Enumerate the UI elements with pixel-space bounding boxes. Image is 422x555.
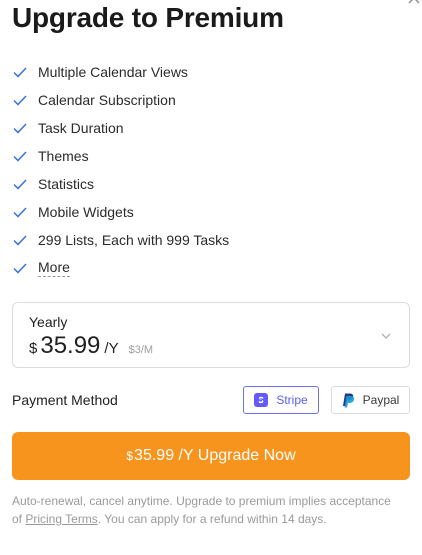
feature-item: Calendar Subscription: [12, 86, 392, 114]
paypal-label: Paypal: [362, 393, 400, 407]
plan-period: /Y: [104, 340, 119, 357]
footnote-text-end: . You can apply for a refund within 14 d…: [97, 512, 327, 526]
payment-method-label: Payment Method: [12, 392, 118, 408]
feature-label: Statistics: [38, 176, 95, 192]
plan-monthly-price: $3/M: [128, 344, 154, 356]
check-icon: [13, 95, 27, 106]
upgrade-currency: $: [126, 449, 134, 463]
chevron-down-icon[interactable]: [379, 329, 393, 343]
plan-selector[interactable]: Yearly $ 35.99 /Y $3/M: [12, 302, 410, 368]
check-icon: [13, 263, 27, 274]
dialog-title: Upgrade to Premium: [12, 2, 284, 33]
feature-item: 299 Lists, Each with 999 Tasks: [12, 226, 392, 254]
stripe-icon: [254, 393, 269, 407]
pricing-terms-link[interactable]: Pricing Terms: [25, 512, 97, 526]
upgrade-now-button[interactable]: $ 35.99 /Y Upgrade Now: [12, 432, 410, 480]
payment-method-row: Payment Method Stripe Paypal: [12, 386, 410, 414]
close-icon[interactable]: [406, 0, 422, 6]
check-icon: [13, 123, 27, 134]
stripe-label: Stripe: [276, 393, 308, 407]
feature-item-more: More: [12, 254, 392, 282]
close-button[interactable]: [406, 0, 422, 6]
feature-item: Mobile Widgets: [12, 198, 392, 226]
upgrade-dialog: Upgrade to Premium Multiple Calendar Vie…: [0, 0, 422, 555]
feature-label: Themes: [38, 148, 89, 164]
feature-item: Task Duration: [12, 114, 392, 142]
check-icon: [13, 67, 27, 78]
check-icon: [13, 235, 27, 246]
feature-item: Multiple Calendar Views: [12, 58, 392, 86]
feature-list: Multiple Calendar Views Calendar Subscri…: [12, 58, 392, 282]
feature-item: Themes: [12, 142, 392, 170]
check-icon: [13, 207, 27, 218]
upgrade-label: 35.99 /Y Upgrade Now: [134, 447, 296, 464]
more-link[interactable]: More: [38, 259, 70, 277]
feature-label: Multiple Calendar Views: [38, 64, 188, 80]
paypal-button[interactable]: Paypal: [331, 386, 410, 414]
plan-amount: 35.99: [40, 332, 101, 359]
renewal-footnote: Auto-renewal, cancel anytime. Upgrade to…: [12, 492, 392, 528]
check-icon: [13, 151, 27, 162]
stripe-button[interactable]: Stripe: [243, 386, 319, 414]
feature-label: Mobile Widgets: [38, 204, 134, 220]
plan-currency: $: [29, 340, 38, 357]
feature-item: Statistics: [12, 170, 392, 198]
plan-price: $ 35.99 /Y $3/M: [29, 332, 153, 360]
feature-label: Task Duration: [38, 120, 124, 136]
feature-label: Calendar Subscription: [38, 92, 176, 108]
plan-name: Yearly: [29, 314, 68, 330]
paypal-icon: [342, 393, 354, 407]
feature-label: 299 Lists, Each with 999 Tasks: [38, 232, 230, 248]
check-icon: [13, 179, 27, 190]
